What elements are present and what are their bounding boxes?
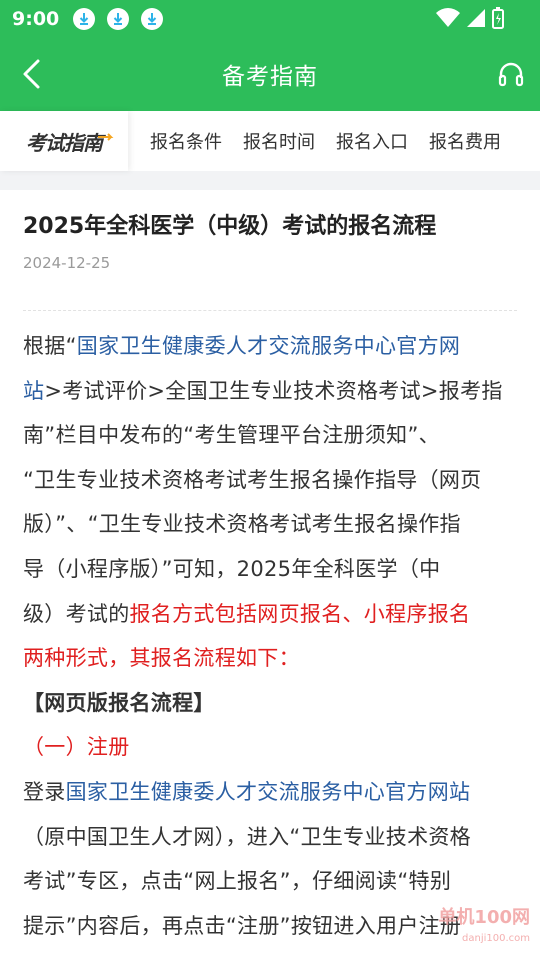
paragraph-line: 导（小程序版）”可知，2025年全科医学（中 <box>23 556 441 581</box>
paragraph-line: 版）”、“卫生专业技术资格考试考生报名操作指 <box>23 512 461 537</box>
tab-list: 报名条件 报名时间 报名入口 报名费用 <box>140 128 512 154</box>
tab-registration-fee[interactable]: 报名费用 <box>429 128 501 154</box>
text: 级）考试的 <box>23 601 130 626</box>
paragraph-line: （原中国卫生人才网），进入“卫生专业技术资格 <box>23 824 471 849</box>
download-icon <box>73 7 96 30</box>
page-title: 备考指南 <box>222 64 318 90</box>
text: 登录 <box>23 779 66 804</box>
section-heading: 【网页版报名流程】 <box>23 690 215 715</box>
download-icon <box>141 7 164 30</box>
article-body: 根据“国家卫生健康委人才交流服务中心官方网 站>考试评价>全国卫生专业技术资格考… <box>23 324 520 948</box>
arrow-icon <box>98 133 114 141</box>
paragraph-line: 级）考试的报名方式包括网页报名、小程序报名 <box>23 592 520 637</box>
tab-registration-entry[interactable]: 报名入口 <box>336 128 408 154</box>
article-date: 2024-12-25 <box>23 254 111 272</box>
text: 根据“ <box>23 334 77 358</box>
sub-heading: （一）注册 <box>23 735 130 760</box>
paragraph-line: “卫生专业技术资格考试考生报名操作指导（网页 <box>23 467 482 492</box>
paragraph-line: 根据“国家卫生健康委人才交流服务中心官方网 <box>23 324 520 369</box>
watermark-sub: danji100.com <box>462 933 530 944</box>
paragraph-line: 登录国家卫生健康委人才交流服务中心官方网站 <box>23 770 520 815</box>
divider <box>23 310 517 311</box>
category-tab-bar: 考试指南 报名条件 报名时间 报名入口 报名费用 <box>0 111 540 171</box>
link-official-site-cont[interactable]: 站 <box>23 379 44 403</box>
tab-registration-time[interactable]: 报名时间 <box>243 128 315 154</box>
system-icons <box>436 7 504 29</box>
text: >考试评价>全国卫生专业技术资格考试>报考指 <box>44 378 503 403</box>
exam-guide-logo: 考试指南 <box>0 111 128 171</box>
highlight-text: 报名方式包括网页报名、小程序报名 <box>129 601 471 626</box>
article-title: 2025年全科医学（中级）考试的报名流程 <box>23 214 437 239</box>
link-official-site[interactable]: 国家卫生健康委人才交流服务中心官方网站 <box>66 780 471 804</box>
logo-text: 考试指南 <box>26 130 103 155</box>
status-time: 9:00 <box>12 7 60 30</box>
tab-registration-conditions[interactable]: 报名条件 <box>150 128 222 154</box>
link-official-site[interactable]: 国家卫生健康委人才交流服务中心官方网 <box>77 334 460 358</box>
download-icon <box>107 7 130 30</box>
signal-icon <box>467 9 485 27</box>
status-bar: 9:00 <box>0 0 540 37</box>
watermark: 单机100网 danji100.com <box>438 909 530 948</box>
headset-icon[interactable] <box>498 61 524 87</box>
wifi-icon <box>436 8 460 27</box>
watermark-text: 单机100网 <box>438 907 530 928</box>
notification-icons <box>73 7 164 30</box>
paragraph-line: 站>考试评价>全国卫生专业技术资格考试>报考指 <box>23 369 520 414</box>
paragraph-line: 考试”专区，点击“网上报名”，仔细阅读“特别 <box>23 869 452 894</box>
article: 2025年全科医学（中级）考试的报名流程 2024-12-25 根据“国家卫生健… <box>0 190 540 960</box>
paragraph-line: 南”栏目中发布的“考生管理平台注册须知”、 <box>23 423 440 448</box>
app-bar: 备考指南 <box>0 37 540 111</box>
battery-icon <box>492 7 504 29</box>
highlight-text: 两种形式，其报名流程如下： <box>23 646 300 671</box>
